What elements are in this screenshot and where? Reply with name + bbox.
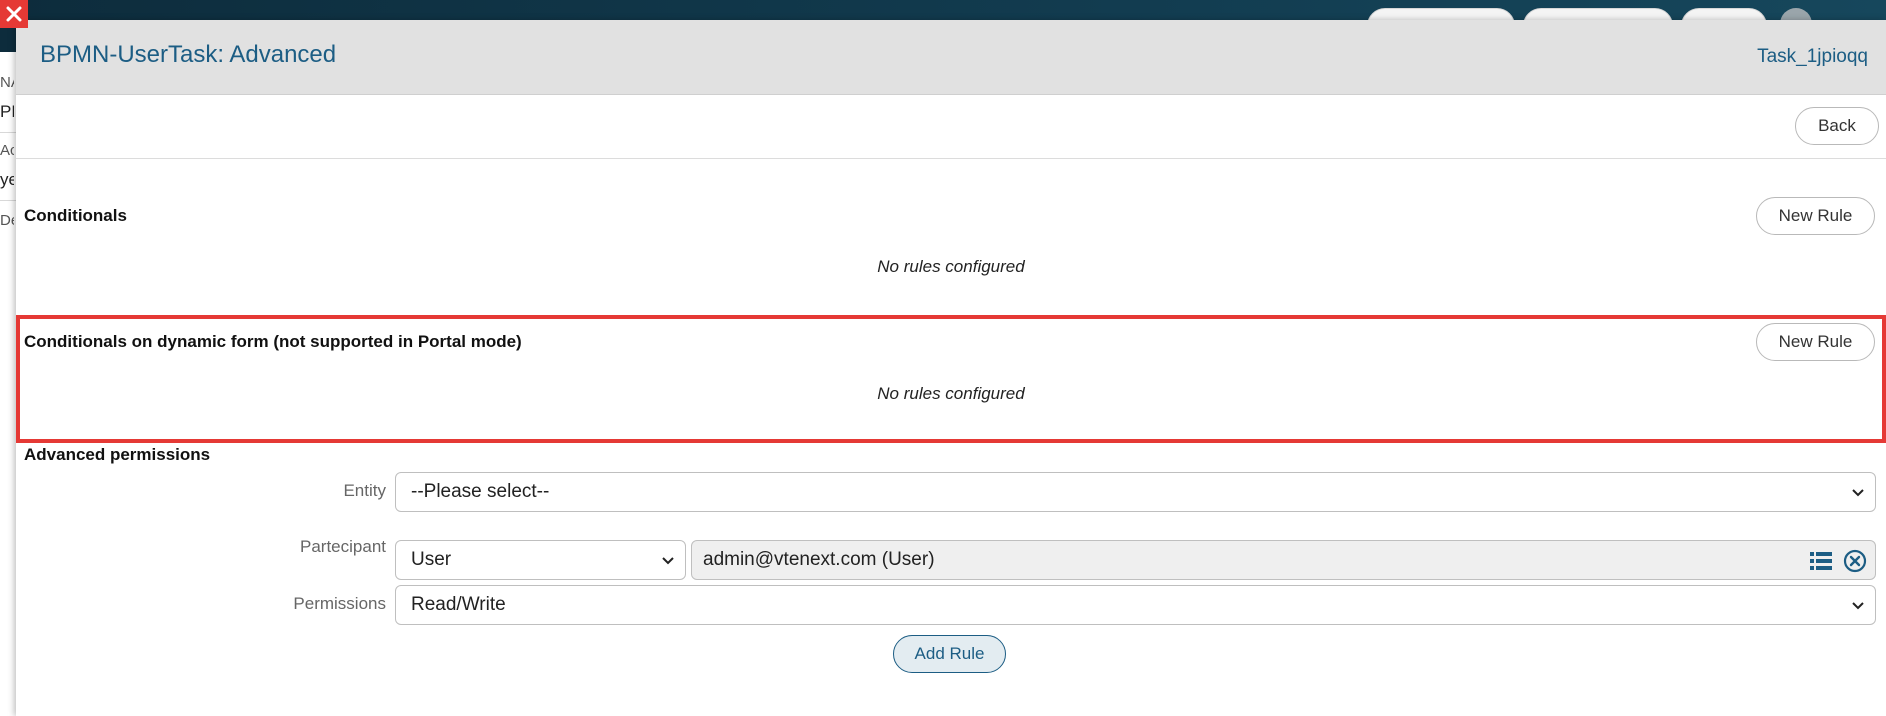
background-label: De xyxy=(0,212,14,229)
entity-label: Entity xyxy=(343,481,386,500)
background-value: PH xyxy=(0,102,14,121)
background-label: Ac xyxy=(0,142,14,159)
modal-header: BPMN-UserTask: Advanced Task_1jpioqq xyxy=(16,20,1886,95)
add-rule-button[interactable]: Add Rule xyxy=(893,635,1006,673)
dynamic-conditionals-new-rule-button[interactable]: New Rule xyxy=(1756,323,1875,361)
participant-type-select[interactable]: User xyxy=(395,540,686,580)
modal-toolbar: Back xyxy=(16,95,1886,159)
participant-type-value: User xyxy=(411,549,452,570)
list-icon[interactable] xyxy=(1809,550,1833,572)
background-left-column: NA PH Ac ye De xyxy=(0,52,16,716)
chevron-down-icon xyxy=(1852,489,1864,497)
advanced-permissions-title: Advanced permissions xyxy=(24,445,211,464)
close-icon xyxy=(6,6,22,22)
conditionals-empty-note: No rules configured xyxy=(877,257,1025,276)
clear-icon[interactable] xyxy=(1843,549,1867,573)
permissions-select[interactable]: Read/Write xyxy=(395,585,1876,625)
conditionals-new-rule-button[interactable]: New Rule xyxy=(1756,197,1875,235)
dynamic-conditionals-title: Conditionals on dynamic form (not suppor… xyxy=(24,332,522,351)
entity-select[interactable]: --Please select-- xyxy=(395,472,1876,512)
conditionals-title: Conditionals xyxy=(24,206,127,225)
background-divider xyxy=(0,200,16,201)
background-divider xyxy=(0,132,16,133)
back-button[interactable]: Back xyxy=(1795,107,1879,145)
participant-label: Partecipant xyxy=(300,537,386,556)
modal-title: BPMN-UserTask: Advanced xyxy=(40,41,337,68)
background-label: NA xyxy=(0,74,14,91)
task-id: Task_1jpioqq xyxy=(1757,46,1868,67)
chevron-down-icon xyxy=(662,557,674,565)
permissions-select-value: Read/Write xyxy=(411,594,506,615)
advanced-modal: BPMN-UserTask: Advanced Task_1jpioqq Bac… xyxy=(16,20,1886,716)
chevron-down-icon xyxy=(1852,602,1864,610)
close-modal-button[interactable] xyxy=(0,0,28,28)
participant-field[interactable]: admin@vtenext.com (User) xyxy=(691,540,1876,580)
permissions-label: Permissions xyxy=(293,594,386,613)
background-value: ye xyxy=(0,170,14,189)
entity-select-value: --Please select-- xyxy=(411,481,550,502)
participant-value: admin@vtenext.com (User) xyxy=(703,549,935,570)
dynamic-conditionals-empty-note: No rules configured xyxy=(877,384,1025,403)
